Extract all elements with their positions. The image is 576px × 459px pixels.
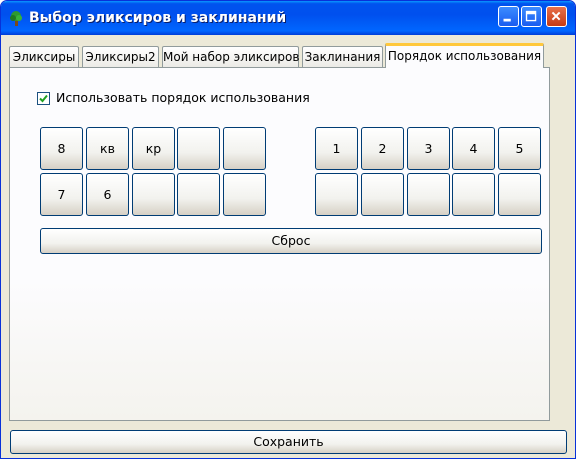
tab-usage-order[interactable]: Порядок использования: [385, 43, 544, 68]
left-slot-4[interactable]: [177, 127, 220, 170]
close-icon: [551, 11, 561, 21]
right-slot-9[interactable]: [452, 173, 495, 216]
right-slot-1[interactable]: 1: [315, 127, 358, 170]
checkmark-icon: [39, 94, 48, 103]
right-slot-4[interactable]: 4: [452, 127, 495, 170]
app-tree-icon: [10, 11, 22, 26]
window-title: Выбор эликсиров и заклинаний: [29, 10, 287, 26]
use-order-checkbox[interactable]: [37, 92, 50, 105]
tab-spells[interactable]: Заклинания: [302, 46, 383, 67]
left-slot-5[interactable]: [223, 127, 266, 170]
right-slot-3[interactable]: 3: [407, 127, 450, 170]
close-button[interactable]: [546, 6, 567, 27]
app-window: Выбор эликсиров и заклинаний Эликсиры Эл…: [0, 0, 576, 459]
left-slot-7[interactable]: 6: [86, 173, 129, 216]
left-slot-8[interactable]: [132, 173, 175, 216]
right-slot-5[interactable]: 5: [498, 127, 541, 170]
title-bar[interactable]: Выбор эликсиров и заклинаний: [1, 1, 575, 35]
left-slot-9[interactable]: [177, 173, 220, 216]
left-slot-2[interactable]: кв: [86, 127, 129, 170]
save-button[interactable]: Сохранить: [10, 430, 567, 454]
right-slot-6[interactable]: [315, 173, 358, 216]
right-slot-10[interactable]: [498, 173, 541, 216]
reset-button[interactable]: Сброс: [40, 228, 542, 254]
left-slot-6[interactable]: 7: [40, 173, 83, 216]
left-slot-3[interactable]: кр: [132, 127, 175, 170]
tab-elixirs[interactable]: Эликсиры: [9, 46, 79, 67]
left-slot-10[interactable]: [223, 173, 266, 216]
tab-elixirs2[interactable]: Эликсиры2: [82, 46, 159, 67]
use-order-label[interactable]: Использовать порядок использования: [56, 90, 310, 105]
maximize-button[interactable]: [521, 6, 542, 27]
right-slot-2[interactable]: 2: [361, 127, 404, 170]
right-slot-7[interactable]: [361, 173, 404, 216]
minimize-icon: [503, 18, 511, 22]
right-slot-8[interactable]: [407, 173, 450, 216]
window-content: Эликсиры Эликсиры2 Мой набор эликсиров З…: [4, 35, 572, 456]
tab-my-elixir-set[interactable]: Мой набор эликсиров: [162, 46, 299, 67]
maximize-icon: [525, 10, 537, 22]
minimize-button[interactable]: [498, 6, 519, 27]
left-slot-1[interactable]: 8: [40, 127, 83, 170]
